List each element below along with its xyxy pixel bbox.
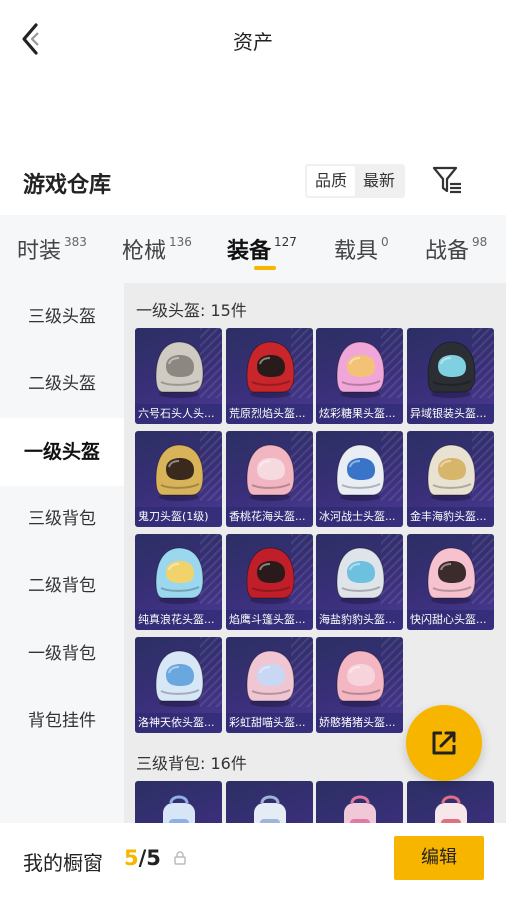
helmet-icon [427, 341, 476, 398]
item-card[interactable]: 海盐豹豹头盔... [316, 534, 403, 630]
item-card[interactable]: 洛神天依头盔... [135, 637, 222, 733]
filter-button[interactable] [431, 163, 465, 197]
item-card[interactable]: 金丰海豹头盔... [407, 431, 494, 527]
item-name: 六号石头人头... [135, 404, 222, 424]
sidebar-item-level2-backpack[interactable]: 二级背包 [0, 552, 124, 620]
sidebar-item-level3-backpack[interactable]: 三级背包 [0, 485, 124, 553]
tab-count: 127 [274, 234, 297, 249]
item-card[interactable]: 荒原烈焰头盔... [226, 328, 313, 424]
warehouse-title: 游戏仓库 [23, 173, 112, 198]
sort-latest-option[interactable]: 最新 [355, 166, 403, 196]
tab-label: 时装 [17, 239, 62, 264]
backpack-icon [163, 795, 195, 823]
helmet-icon [336, 341, 385, 398]
helmet-icon [155, 650, 204, 707]
item-card[interactable]: 焰鹰斗篷头盔... [226, 534, 313, 630]
item-card[interactable]: 娇憨猪猪头盔... [316, 637, 403, 733]
tab-equipment[interactable]: 装备 127 [227, 233, 297, 265]
helmet-icon [246, 650, 295, 707]
tab-count: 0 [381, 234, 389, 249]
helmet-icon [155, 341, 204, 398]
tab-count: 136 [169, 234, 192, 249]
sidebar-item-level1-helmet[interactable]: 一级头盔 [0, 418, 124, 486]
item-card[interactable]: 鬼刀头盔(1级) [135, 431, 222, 527]
helmet-icon [336, 650, 385, 707]
item-card[interactable]: 异域银装头盔... [407, 328, 494, 424]
item-card[interactable]: 彩虹甜喵头盔... [226, 637, 313, 733]
item-name: 荒原烈焰头盔... [226, 404, 313, 424]
sidebar-item-level3-helmet[interactable]: 三级头盔 [0, 283, 124, 351]
item-name: 金丰海豹头盔... [407, 507, 494, 527]
item-card[interactable] [226, 781, 313, 823]
item-name: 炫彩糖果头盔... [316, 404, 403, 424]
share-export-icon [432, 731, 456, 755]
sort-quality-option[interactable]: 品质 [307, 166, 355, 196]
filter-icon [432, 166, 461, 194]
item-card[interactable] [135, 781, 222, 823]
showcase-label: 我的橱窗 [23, 851, 103, 875]
item-name: 焰鹰斗篷头盔... [226, 610, 313, 630]
header: 资产 [0, 0, 506, 80]
item-card[interactable] [316, 781, 403, 823]
tab-fashion[interactable]: 时装 383 [17, 233, 87, 265]
item-card[interactable] [407, 781, 494, 823]
edit-button[interactable]: 编辑 [394, 836, 484, 880]
tab-label: 载具 [334, 239, 379, 264]
item-name: 海盐豹豹头盔... [316, 610, 403, 630]
item-card[interactable]: 炫彩糖果头盔... [316, 328, 403, 424]
sort-toggle: 品质 最新 [305, 164, 405, 198]
backpack-icon [344, 795, 376, 823]
sidebar-item-level1-backpack[interactable]: 一级背包 [0, 620, 124, 688]
item-card[interactable]: 快闪甜心头盔... [407, 534, 494, 630]
tab-label: 装备 [227, 239, 272, 264]
app-root: 资产 游戏仓库 品质 最新 时装 383 枪械 136 装备 127 载具 0 战备 98… [0, 0, 506, 897]
category-tabs: 时装 383 枪械 136 装备 127 载具 0 战备 98 [0, 215, 506, 283]
helmet-icon [155, 547, 204, 604]
tab-combat-prep[interactable]: 战备 98 [425, 233, 487, 265]
sidebar-item-level2-helmet[interactable]: 二级头盔 [0, 350, 124, 418]
item-name: 快闪甜心头盔... [407, 610, 494, 630]
tab-label: 战备 [425, 239, 470, 264]
item-name: 异域银装头盔... [407, 404, 494, 424]
tab-count: 98 [472, 234, 488, 249]
helmet-icon [246, 341, 295, 398]
tab-count: 383 [64, 234, 87, 249]
page-title: 资产 [233, 30, 273, 54]
share-button[interactable] [406, 705, 482, 781]
backpack-icon [435, 795, 467, 823]
item-card[interactable]: 冰河战士头盔... [316, 431, 403, 527]
active-tab-indicator [254, 266, 276, 270]
item-card[interactable]: 纯真浪花头盔... [135, 534, 222, 630]
helmet-icon [246, 547, 295, 604]
helmet-icon [427, 444, 476, 501]
tab-vehicles[interactable]: 载具 0 [334, 233, 389, 265]
item-name: 彩虹甜喵头盔... [226, 713, 313, 733]
showcase-current: 5 [124, 846, 139, 870]
showcase-count: 5/5 [124, 846, 161, 870]
showcase-total: /5 [138, 846, 161, 870]
item-name: 鬼刀头盔(1级) [135, 507, 222, 527]
bottom-bar: 我的橱窗 5/5 编辑 [0, 823, 506, 897]
item-card[interactable]: 香桃花海头盔... [226, 431, 313, 527]
section-title: 一级头盔: 15件 [136, 301, 247, 320]
item-name: 娇憨猪猪头盔... [316, 713, 403, 733]
item-name: 香桃花海头盔... [226, 507, 313, 527]
item-name: 冰河战士头盔... [316, 507, 403, 527]
section-title: 三级背包: 16件 [136, 754, 247, 773]
sidebar-item-backpack-charm[interactable]: 背包挂件 [0, 687, 124, 755]
helmet-icon [246, 444, 295, 501]
sidebar: 三级头盔 二级头盔 一级头盔 三级背包 二级背包 一级背包 背包挂件 [0, 283, 124, 823]
item-name: 纯真浪花头盔... [135, 610, 222, 630]
tab-guns[interactable]: 枪械 136 [122, 233, 192, 265]
helmet-icon [336, 444, 385, 501]
helmet-icon [336, 547, 385, 604]
backpack-icon [254, 795, 286, 823]
tab-label: 枪械 [122, 239, 167, 264]
helmet-icon [427, 547, 476, 604]
item-card[interactable]: 六号石头人头... [135, 328, 222, 424]
item-name: 洛神天依头盔... [135, 713, 222, 733]
helmet-icon [155, 444, 204, 501]
lock-icon [174, 851, 186, 865]
